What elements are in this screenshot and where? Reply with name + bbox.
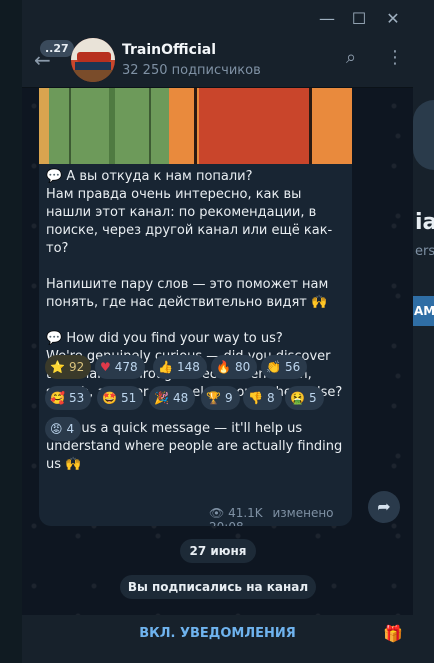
reaction-star[interactable]: ⭐ 92 (45, 355, 92, 379)
message-image[interactable] (39, 88, 352, 164)
channel-name[interactable]: TrainOfficial (122, 42, 216, 58)
chat-header: ← ..27 TrainOfficial 32 250 подписчиков … (22, 30, 413, 88)
background-avatar (413, 100, 434, 170)
reaction-count: 51 (120, 391, 137, 405)
reaction-count: 5 (308, 391, 317, 405)
reaction-thumbs-up[interactable]: 👍 148 (153, 355, 207, 379)
reaction-count: 92 (68, 360, 85, 374)
thumbs-up-icon: 👍 (158, 360, 173, 374)
chat-area[interactable]: 💬 А вы откуда к нам попали? Нам правда о… (22, 88, 413, 615)
reaction-count: 478 (114, 360, 138, 374)
angry-face-icon: 😡 (50, 422, 63, 436)
date-divider: 27 июня (180, 539, 256, 563)
trophy-icon: 🏆 (206, 391, 221, 405)
reaction-clap[interactable]: 👏 56 (261, 355, 308, 379)
star-struck-icon: 🤩 (102, 391, 117, 405)
bottom-bar: ВКЛ. УВЕДОМЛЕНИЯ 🎁 (22, 615, 413, 663)
heart-icon: ♥ (100, 360, 111, 374)
screen: ia ers AM — ☐ ✕ ← ..27 TrainOfficial 32 … (0, 0, 434, 663)
avatar-train (77, 52, 111, 62)
smiling-hearts-icon: 🥰 (50, 391, 65, 405)
subscriber-count: 32 250 подписчиков (122, 63, 261, 78)
avatar-train-base (75, 62, 111, 70)
image-outline (194, 88, 197, 164)
image-shirt-red (199, 88, 309, 164)
image-placket (109, 88, 115, 164)
reaction-smiling-hearts[interactable]: 🥰 53 (45, 386, 92, 410)
clap-icon: 👏 (266, 360, 281, 374)
telegram-window: — ☐ ✕ ← ..27 TrainOfficial 32 250 подпис… (22, 0, 413, 663)
eye-icon: 👁 (209, 506, 225, 520)
reaction-trophy[interactable]: 🏆 9 (201, 386, 240, 410)
message-text: 💬 А вы откуда к нам попали? Нам правда о… (46, 169, 343, 472)
unread-badge: ..27 (40, 40, 74, 57)
reaction-fire[interactable]: 🔥 80 (211, 355, 258, 379)
avatar-ground (71, 70, 115, 82)
fire-icon: 🔥 (216, 360, 231, 374)
reaction-count: 148 (176, 360, 200, 374)
reaction-star-struck[interactable]: 🤩 51 (97, 386, 144, 410)
image-outline (309, 88, 312, 164)
star-icon: ⭐ (50, 360, 65, 374)
message-meta: 👁 41.1K изменено 20:08 (209, 506, 352, 526)
background-heading: ia (415, 210, 434, 235)
message-bubble[interactable]: 💬 А вы откуда к нам попали? Нам правда о… (39, 88, 352, 526)
reaction-count: 48 (172, 391, 189, 405)
reaction-party[interactable]: 🎉 48 (149, 386, 196, 410)
party-popper-icon: 🎉 (154, 391, 169, 405)
more-menu-icon[interactable]: ⋮ (386, 47, 404, 68)
reaction-thumbs-down[interactable]: 👎 8 (243, 386, 282, 410)
background-subtitle: ers (415, 244, 434, 259)
reaction-count: 53 (68, 391, 85, 405)
reaction-count: 80 (234, 360, 251, 374)
service-message: Вы подписались на канал (120, 575, 316, 599)
background-window-right: ia ers AM (413, 0, 434, 663)
share-arrow-icon[interactable]: ➦ (368, 491, 400, 523)
image-line (69, 88, 71, 164)
background-window-left (0, 0, 22, 663)
reaction-count: 4 (66, 422, 75, 436)
search-icon[interactable]: ⌕ (346, 47, 356, 68)
reaction-vomit[interactable]: 🤮 5 (285, 386, 324, 410)
enable-notifications-button[interactable]: ВКЛ. УВЕДОМЛЕНИЯ (22, 615, 413, 663)
gift-icon[interactable]: 🎁 (382, 623, 404, 645)
reaction-angry[interactable]: 😡 4 (45, 417, 82, 441)
view-count: 41.1K (228, 506, 263, 520)
reaction-heart[interactable]: ♥ 478 (95, 355, 145, 379)
thumbs-down-icon: 👎 (248, 391, 263, 405)
reaction-count: 8 (266, 391, 275, 405)
vomit-face-icon: 🤮 (290, 391, 305, 405)
background-button[interactable]: AM (413, 296, 434, 326)
reaction-count: 56 (284, 360, 301, 374)
channel-avatar[interactable] (71, 38, 115, 82)
reaction-count: 9 (224, 391, 233, 405)
image-line (149, 88, 151, 164)
